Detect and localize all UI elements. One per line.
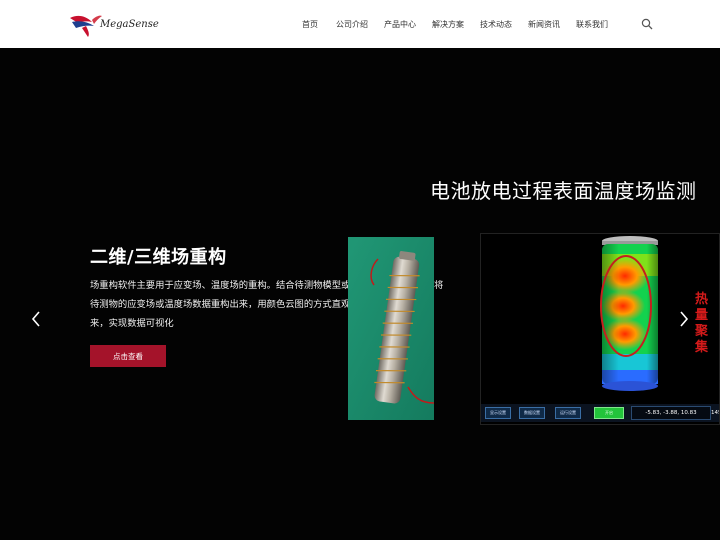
chevron-left-icon[interactable] (29, 310, 43, 328)
chevron-right-icon[interactable] (677, 310, 691, 328)
slide-title: 二维/三维场重构 (90, 247, 227, 268)
site-header: MegaSense 首页 公司介绍 产品中心 解决方案 技术动态 新闻资讯 联系… (0, 0, 720, 48)
nav-news[interactable]: 新闻资讯 (528, 19, 560, 30)
nav-about[interactable]: 公司介绍 (336, 19, 368, 30)
nav-home[interactable]: 首页 (302, 19, 318, 30)
view-details-button[interactable]: 点击查看 (90, 345, 166, 367)
coordinate-readout: -5.83, -3.88, 10.83 (631, 406, 711, 420)
start-button[interactable]: 开启 (594, 407, 624, 419)
nav-solutions[interactable]: 解决方案 (432, 19, 464, 30)
logo-text[interactable]: MegaSense (100, 19, 159, 30)
nav-tech[interactable]: 技术动态 (480, 19, 512, 30)
nav-products[interactable]: 产品中心 (384, 19, 416, 30)
nav-contact[interactable]: 联系我们 (576, 19, 608, 30)
run-settings-button[interactable]: 运行设置 (555, 407, 581, 419)
slide-headline: 电池放电过程表面温度场监测 (430, 179, 697, 203)
search-icon[interactable] (641, 18, 653, 30)
heat-gathering-label: 热量聚集 (695, 292, 709, 355)
thermal-simulation-panel: 热量聚集 显示设置 数据设置 运行设置 开启 -5.83, -3.88, 10.… (480, 233, 720, 425)
data-settings-button[interactable]: 数据设置 (519, 407, 545, 419)
display-settings-button[interactable]: 显示设置 (485, 407, 511, 419)
battery-photo (348, 237, 434, 420)
extra-readout: 145 (711, 410, 719, 416)
